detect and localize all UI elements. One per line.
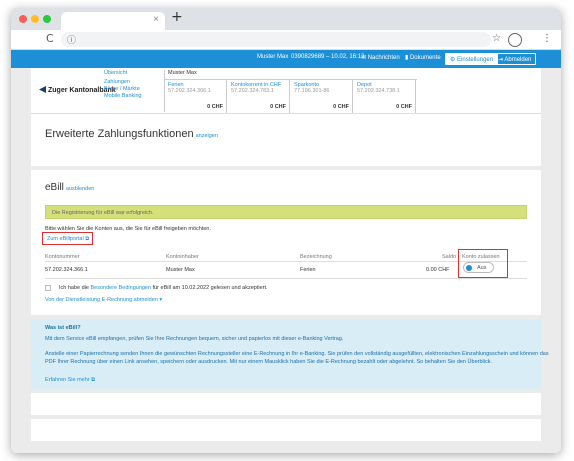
ebill-info-box: Was ist eBill? Mit dem Service eBill emp…	[31, 319, 549, 389]
conditions-link[interactable]: Besondere Bedingungen	[91, 285, 152, 291]
account-iban: 77.196.301-86	[294, 88, 330, 94]
empty-card	[31, 419, 541, 441]
toggle-state: Aus	[477, 264, 487, 271]
column-header-balance: Saldo	[442, 254, 457, 260]
logout-button[interactable]: ⇥ Abmelden	[493, 53, 537, 65]
logout-label: Abmelden	[504, 57, 532, 63]
close-window-icon[interactable]	[19, 15, 27, 23]
info-title: Was ist eBill?	[45, 325, 81, 331]
ebill-title: eBill	[45, 182, 64, 193]
portal-link-label: Zum eBillportal	[47, 236, 84, 242]
toggle-knob	[466, 265, 472, 271]
account-tile-depot[interactable]: Depot 57.202.324.738.1 0 CHF	[354, 80, 416, 113]
ebill-portal-link[interactable]: Zum eBillportal ⧉	[42, 232, 94, 245]
new-tab-button[interactable]: +	[171, 9, 183, 25]
account-balance: 0 CHF	[396, 104, 412, 110]
documents-label: Dokumente	[409, 55, 441, 61]
learn-more-link[interactable]: Erfahren Sie mehr ⧉	[45, 377, 95, 384]
row-account-balance: 0.00 CHF	[426, 267, 450, 273]
row-account-number: 57.202.324.366.1	[45, 267, 88, 273]
tab-close-icon[interactable]: ×	[153, 14, 159, 25]
consent-suffix: für eBill am 10.02.2022 gelesen und akze…	[152, 285, 268, 291]
documents-link[interactable]: ▮ Dokumente	[405, 54, 441, 61]
accounts-overview: Muster Max Ferien 57.202.324.366.1 0 CHF…	[164, 70, 417, 113]
allow-account-cell: Aus	[458, 249, 508, 278]
tab-bar: × +	[11, 8, 561, 30]
top-navigation: Muster Max 0390829689 – 10.02, 16:12 ✉ N…	[11, 50, 561, 68]
account-owner: Muster Max	[168, 70, 197, 76]
deregister-link[interactable]: Von der Dienstleistung E-Rechnung abmeld…	[45, 297, 162, 303]
column-header-number: Kontonummer	[45, 254, 80, 260]
settings-button[interactable]: ⚙ Einstellungen	[445, 53, 499, 65]
logo-icon	[39, 86, 46, 93]
browser-tab[interactable]: ×	[61, 12, 165, 30]
success-message: Die Registrierung für eBill war erfolgre…	[52, 210, 154, 216]
nav-overview[interactable]: Übersicht	[104, 70, 164, 77]
consent-checkbox[interactable]	[45, 285, 51, 291]
row-account-label: Ferien	[300, 267, 316, 273]
info-paragraph-2: Anstelle einer Papierrechnung senden Ihn…	[45, 351, 549, 357]
maximize-window-icon[interactable]	[43, 15, 51, 23]
ebill-hide-link[interactable]: ausblenden	[66, 186, 94, 192]
page-viewport: Muster Max 0390829689 – 10.02, 16:12 ✉ N…	[11, 50, 561, 453]
account-iban: 57.202.324.783.1	[231, 88, 274, 94]
learn-more-label: Erfahren Sie mehr	[45, 377, 90, 383]
advanced-title: Erweiterte Zahlungsfunktionen	[45, 128, 194, 140]
address-bar[interactable]: ⓘ	[61, 32, 491, 47]
account-tile-ferien[interactable]: Ferien 57.202.324.366.1 0 CHF	[165, 80, 227, 113]
nav-markets[interactable]: Börse / Märkte	[104, 86, 164, 93]
external-link-icon: ⧉	[85, 236, 90, 242]
table-divider	[45, 261, 527, 262]
site-info-icon[interactable]: ⓘ	[67, 33, 76, 46]
account-iban: 57.202.324.738.1	[357, 88, 400, 94]
profile-avatar-icon[interactable]	[508, 33, 522, 47]
browser-window: × + C ⓘ ☆ ⋮ Muster Max 0390829689 – 10.0…	[11, 8, 561, 453]
main-nav: Übersicht Zahlungen Börse / Märkte Mobil…	[104, 70, 164, 100]
row-account-owner: Muster Max	[166, 267, 195, 273]
info-paragraph-1: Mit dem Service eBill empfangen, prüfen …	[45, 336, 344, 342]
advanced-payments-heading: Erweiterte Zahlungsfunktionen anzeigen	[45, 128, 218, 140]
bookmark-star-icon[interactable]: ☆	[492, 33, 501, 44]
bank-header: Zuger Kantonalbank Übersicht Zahlungen B…	[31, 68, 541, 114]
browser-menu-icon[interactable]: ⋮	[542, 33, 552, 44]
messages-label: Nachrichten	[367, 55, 400, 61]
account-balance: 0 CHF	[207, 104, 223, 110]
browser-toolbar: C ⓘ ☆ ⋮	[11, 30, 561, 50]
consent-text: Ich habe die Besondere Bedingungen für e…	[59, 285, 268, 291]
info-paragraph-3: PDF Ihrer Rechnung über einen Link anseh…	[45, 359, 492, 365]
consent-prefix: Ich habe die	[59, 285, 89, 291]
allow-account-toggle[interactable]: Aus	[463, 262, 494, 273]
account-tile-kontokorrent[interactable]: Kontokorrent in CHF 57.202.324.783.1 0 C…	[228, 80, 290, 113]
ebill-heading: eBill ausblenden	[45, 182, 94, 193]
success-alert: Die Registrierung für eBill war erfolgre…	[45, 205, 527, 219]
ebill-card: eBill ausblenden Die Registrierung für eB…	[31, 170, 541, 315]
messages-link[interactable]: ✉ Nachrichten	[361, 54, 400, 61]
table-divider	[45, 278, 527, 279]
account-tile-sparkonto[interactable]: Sparkonto 77.196.301-86 0 CHF	[291, 80, 353, 113]
column-header-label: Bezeichnung	[300, 254, 332, 260]
account-iban: 57.202.324.366.1	[168, 88, 211, 94]
reload-icon[interactable]: C	[46, 32, 54, 45]
advanced-show-link[interactable]: anzeigen	[196, 133, 218, 139]
account-balance: 0 CHF	[333, 104, 349, 110]
account-list: Ferien 57.202.324.366.1 0 CHF Kontokorre…	[165, 79, 417, 113]
nav-payments[interactable]: Zahlungen	[104, 79, 164, 86]
external-link-icon: ⧉	[91, 377, 96, 383]
minimize-window-icon[interactable]	[31, 15, 39, 23]
nav-mobile-banking[interactable]: Mobile Banking	[104, 93, 164, 100]
session-info: 0390829689 – 10.02, 16:12	[291, 54, 365, 60]
empty-card	[31, 393, 541, 415]
account-balance: 0 CHF	[270, 104, 286, 110]
settings-label: Einstellungen	[457, 57, 494, 63]
advanced-payments-card: Erweiterte Zahlungsfunktionen anzeigen	[31, 114, 541, 166]
user-name: Muster Max	[257, 54, 289, 60]
column-header-owner: Kontoinhaber	[166, 254, 199, 260]
